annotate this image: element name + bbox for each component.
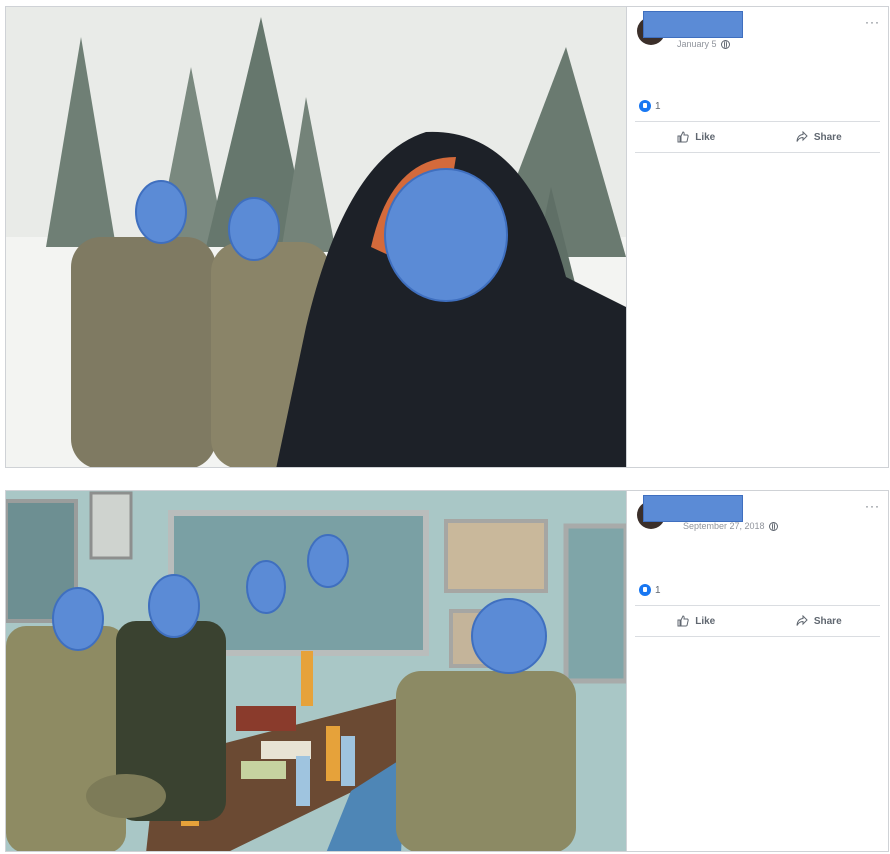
post-meta: September 27, 2018 (683, 521, 778, 531)
post-actions: Like Share (635, 121, 880, 153)
post-photo-snow[interactable] (6, 7, 627, 467)
like-reaction-icon (639, 584, 651, 596)
reaction-count: 1 (655, 100, 661, 112)
share-label: Share (813, 131, 842, 143)
share-button[interactable]: Share (758, 606, 881, 636)
more-options-icon[interactable]: ··· (865, 15, 880, 29)
post-actions: Like Share (635, 605, 880, 637)
reaction-count: 1 (655, 584, 661, 596)
like-label: Like (695, 131, 716, 143)
like-button[interactable]: Like (635, 122, 758, 152)
like-thumb-icon (677, 615, 689, 627)
like-button[interactable]: Like (635, 606, 758, 636)
reaction-summary[interactable]: 1 (639, 100, 661, 112)
reaction-summary[interactable]: 1 (639, 584, 661, 596)
post-meta: January 5 (677, 39, 730, 49)
globe-icon (768, 521, 778, 531)
like-label: Like (695, 615, 716, 627)
more-options-icon[interactable]: ··· (865, 499, 880, 513)
globe-icon (720, 39, 730, 49)
redacted-name (643, 495, 743, 522)
post-date[interactable]: January 5 (677, 39, 717, 49)
like-reaction-icon (639, 100, 651, 112)
post-1: January 5 ··· 1 Like Share (5, 6, 889, 468)
share-button[interactable]: Share (758, 122, 881, 152)
post-sidebar: September 27, 2018 ··· 1 Like Share (627, 491, 888, 851)
post-photo-restaurant[interactable] (6, 491, 627, 851)
redacted-name (643, 11, 743, 38)
post-2: September 27, 2018 ··· 1 Like Share (5, 490, 889, 852)
post-sidebar: January 5 ··· 1 Like Share (627, 7, 888, 467)
share-label: Share (813, 615, 842, 627)
like-thumb-icon (677, 131, 689, 143)
share-arrow-icon (796, 615, 808, 626)
post-date[interactable]: September 27, 2018 (683, 521, 765, 531)
share-arrow-icon (796, 131, 808, 142)
